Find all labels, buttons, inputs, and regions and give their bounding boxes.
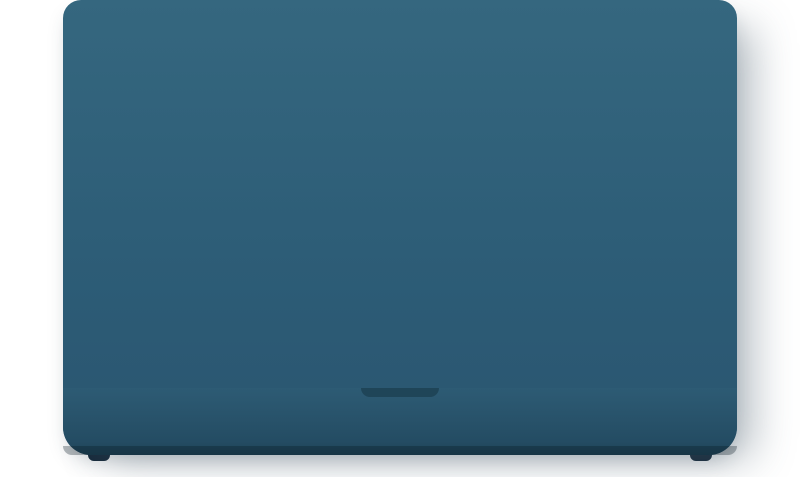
laptop-base [63,388,737,455]
laptop-mockup [63,0,737,455]
laptop-base-edge [63,446,737,455]
laptop-lid-notch [361,388,439,397]
